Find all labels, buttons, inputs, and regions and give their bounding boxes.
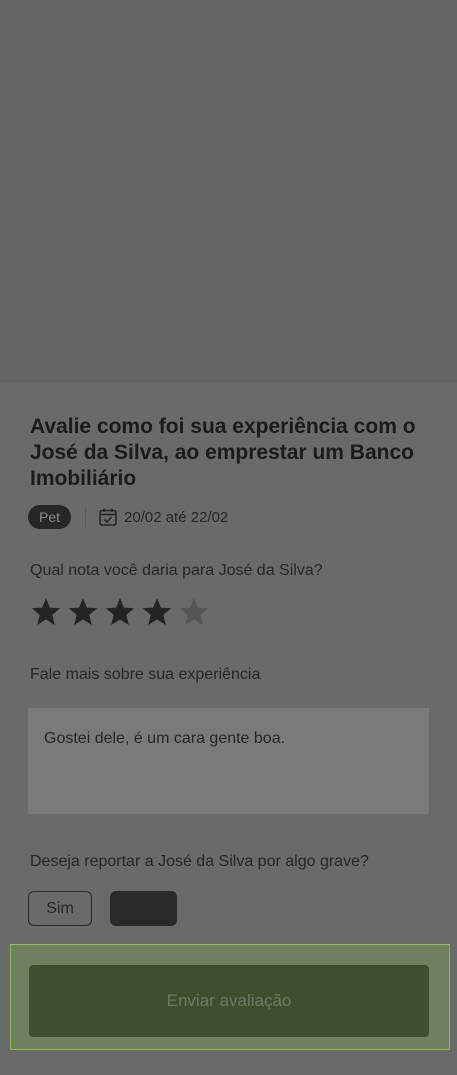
- submit-highlight: Enviar avaliação: [10, 944, 450, 1050]
- comment-field[interactable]: Gostei dele, é um cara gente boa.: [28, 708, 429, 814]
- star-rating[interactable]: [30, 596, 215, 628]
- report-options: Sim: [28, 891, 177, 926]
- calendar-check-icon: [99, 508, 117, 526]
- meta-row: Pet 20/02 até 22/02: [28, 504, 228, 530]
- category-tag: Pet: [28, 505, 72, 529]
- comment-label: Fale mais sobre sua experiência: [30, 666, 261, 683]
- rating-question: Qual nota você daria para José da Silva?: [30, 562, 323, 579]
- star-icon-3[interactable]: [104, 596, 136, 628]
- divider: [85, 507, 87, 527]
- submit-button[interactable]: Enviar avaliação: [29, 965, 429, 1037]
- report-yes-button[interactable]: Sim: [28, 891, 92, 926]
- date-range: 20/02 até 22/02: [124, 508, 229, 526]
- star-icon-1[interactable]: [30, 596, 62, 628]
- star-icon-2[interactable]: [67, 596, 99, 628]
- page-title: Avalie como foi sua experiência com o Jo…: [30, 415, 416, 490]
- star-icon-4[interactable]: [141, 596, 173, 628]
- report-question: Deseja reportar a José da Silva por algo…: [30, 853, 369, 870]
- report-no-button[interactable]: [110, 891, 177, 926]
- top-image-area: [0, 0, 457, 383]
- star-icon-5[interactable]: [178, 596, 210, 628]
